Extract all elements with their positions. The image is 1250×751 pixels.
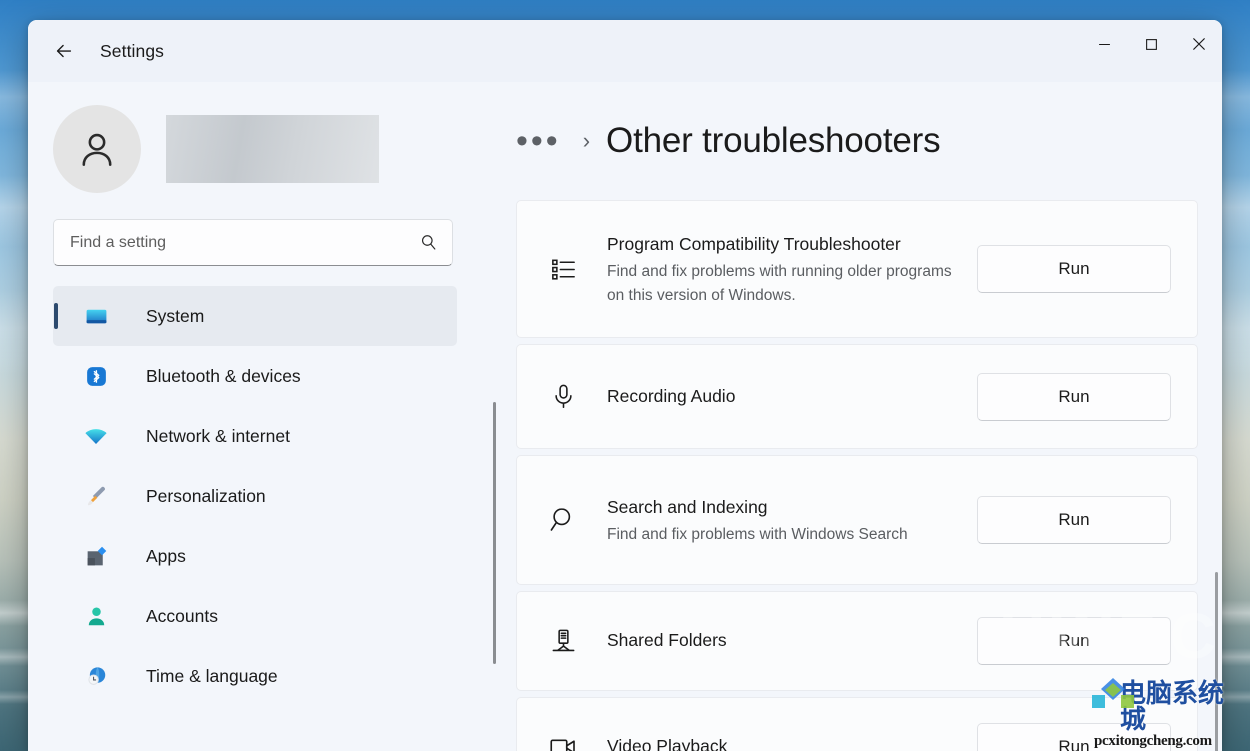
sidebar-item-apps[interactable]: Apps bbox=[53, 526, 457, 586]
checklist-icon bbox=[541, 255, 585, 284]
network-server-icon bbox=[541, 627, 585, 656]
sidebar-item-label: System bbox=[146, 305, 205, 326]
troubleshooter-description: Find and fix problems with Windows Searc… bbox=[607, 525, 908, 543]
troubleshooter-description: Find and fix problems with running older… bbox=[607, 263, 952, 304]
window-controls bbox=[1081, 20, 1222, 68]
troubleshooter-text: Search and Indexing Find and fix problem… bbox=[607, 494, 977, 547]
minimize-button[interactable] bbox=[1081, 20, 1128, 68]
troubleshooter-row: Shared Folders Run bbox=[516, 591, 1198, 691]
sidebar-item-label: Apps bbox=[146, 545, 186, 566]
apps-grid-icon bbox=[82, 542, 110, 570]
breadcrumb: ••• › Other troubleshooters bbox=[496, 82, 1222, 200]
app-title: Settings bbox=[100, 40, 165, 61]
chevron-right-icon: › bbox=[582, 128, 591, 153]
run-button[interactable]: Run bbox=[977, 245, 1171, 293]
sidebar: System Bluetooth & devices bbox=[28, 82, 496, 751]
search-magnifier-icon bbox=[541, 505, 585, 535]
display-monitor-icon bbox=[82, 302, 110, 330]
run-button[interactable]: Run bbox=[977, 723, 1171, 751]
troubleshooter-title: Shared Folders bbox=[607, 630, 727, 651]
search-input[interactable] bbox=[70, 233, 419, 252]
desktop-wallpaper: Settings Find a setting System Bluetooth… bbox=[0, 0, 1250, 751]
bluetooth-icon bbox=[82, 362, 110, 390]
troubleshooters-list: Program Compatibility Troubleshooter Fin… bbox=[496, 200, 1222, 751]
troubleshooter-text: Recording Audio bbox=[607, 383, 977, 410]
troubleshooter-text: Video Playback bbox=[607, 733, 977, 751]
troubleshooter-title: Recording Audio bbox=[607, 385, 736, 406]
breadcrumb-overflow-button[interactable]: ••• bbox=[516, 124, 561, 158]
search-icon bbox=[421, 235, 436, 250]
run-button[interactable]: Run bbox=[977, 496, 1171, 544]
sidebar-item-label: Bluetooth & devices bbox=[146, 365, 301, 386]
settings-window: Settings Find a setting System Bluetooth… bbox=[28, 20, 1222, 751]
clock-globe-icon bbox=[82, 662, 110, 690]
sidebar-item-time-language[interactable]: Time & language bbox=[53, 646, 457, 706]
window-body: System Bluetooth & devices bbox=[28, 82, 1222, 751]
sidebar-item-system[interactable]: System bbox=[53, 286, 457, 346]
sidebar-item-accounts[interactable]: Accounts bbox=[53, 586, 457, 646]
video-camera-icon bbox=[541, 732, 585, 751]
sidebar-item-label: Network & internet bbox=[146, 425, 290, 446]
person-avatar-icon bbox=[82, 133, 112, 166]
run-button[interactable]: Run bbox=[977, 372, 1171, 421]
sidebar-item-network-internet[interactable]: Network & internet bbox=[53, 406, 457, 466]
page-title: Other troubleshooters bbox=[606, 121, 941, 160]
close-icon bbox=[1192, 38, 1205, 50]
content-scrollbar[interactable] bbox=[1215, 572, 1218, 751]
search-box[interactable] bbox=[53, 219, 453, 266]
troubleshooter-title: Program Compatibility Troubleshooter bbox=[607, 233, 901, 254]
wifi-icon bbox=[82, 422, 110, 450]
arrow-left-icon bbox=[56, 44, 72, 58]
sidebar-item-label: Time & language bbox=[146, 665, 278, 686]
run-button[interactable]: Run bbox=[977, 617, 1171, 665]
troubleshooter-title: Video Playback bbox=[607, 736, 728, 751]
sidebar-item-bluetooth-devices[interactable]: Bluetooth & devices bbox=[53, 346, 457, 406]
nav-list: System Bluetooth & devices Network & int… bbox=[53, 286, 457, 706]
title-bar: Settings bbox=[28, 20, 1222, 82]
sidebar-item-personalization[interactable]: Personalization bbox=[53, 466, 457, 526]
back-button[interactable] bbox=[45, 32, 83, 70]
profile-name-redacted bbox=[166, 115, 379, 183]
account-person-icon bbox=[82, 602, 110, 630]
sidebar-item-label: Accounts bbox=[146, 605, 218, 626]
troubleshooter-text: Program Compatibility Troubleshooter Fin… bbox=[607, 231, 977, 307]
profile-block[interactable] bbox=[53, 104, 496, 194]
troubleshooter-row: Search and Indexing Find and fix problem… bbox=[516, 455, 1198, 585]
troubleshooter-title: Search and Indexing bbox=[607, 496, 768, 517]
content-pane: ••• › Other troubleshooters Program Comp… bbox=[496, 82, 1222, 751]
minimize-icon bbox=[1099, 43, 1110, 45]
troubleshooter-row: Recording Audio Run bbox=[516, 344, 1198, 449]
maximize-button[interactable] bbox=[1128, 20, 1175, 68]
paintbrush-icon bbox=[82, 482, 110, 510]
close-button[interactable] bbox=[1175, 20, 1222, 68]
troubleshooter-row: Program Compatibility Troubleshooter Fin… bbox=[516, 200, 1198, 338]
troubleshooter-text: Shared Folders bbox=[607, 627, 977, 654]
sidebar-item-label: Personalization bbox=[146, 485, 266, 506]
microphone-icon bbox=[541, 382, 585, 411]
troubleshooter-row: Video Playback Run bbox=[516, 697, 1198, 751]
maximize-icon bbox=[1146, 38, 1157, 50]
avatar bbox=[53, 105, 141, 193]
